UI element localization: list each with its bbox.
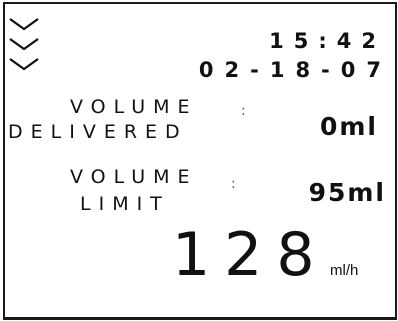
chevron-down-icon <box>9 37 39 51</box>
chevron-down-icon <box>9 57 39 71</box>
volume-limit-separator: : <box>231 176 236 192</box>
volume-delivered-value: 0ml <box>319 112 378 141</box>
clock-time: 15:42 <box>269 29 386 53</box>
volume-limit-label-line2: LIMIT <box>80 193 170 215</box>
volume-delivered-label-line1: VOLUME <box>70 96 198 118</box>
triple-chevron-down-icon <box>9 17 41 79</box>
volume-limit-value: 95ml <box>308 178 386 207</box>
chevron-down-icon <box>9 17 39 31</box>
volume-delivered-label-line2: DELIVERED <box>8 121 188 143</box>
volume-limit-label-line1: VOLUME <box>70 166 198 188</box>
pump-display-screen: 15:42 02-18-07 VOLUME DELIVERED : 0ml VO… <box>0 0 398 321</box>
infusion-rate-unit: ml/h <box>330 262 359 279</box>
infusion-rate-value: 128 <box>172 220 329 290</box>
clock-date: 02-18-07 <box>198 58 392 82</box>
volume-delivered-separator: : <box>241 103 246 119</box>
